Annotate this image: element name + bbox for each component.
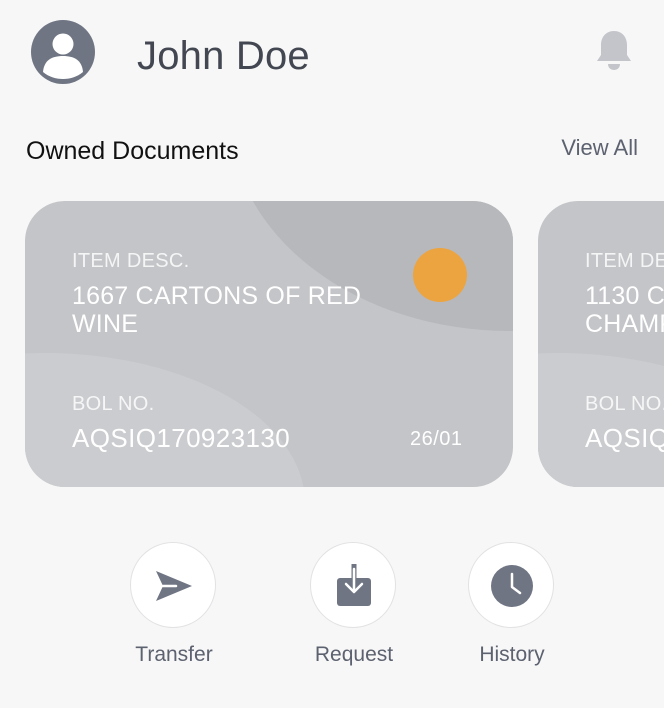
card-content: ITEM DESC. 1130 CARTONS OF CHAMPAGNE BOL…: [538, 201, 664, 487]
documents-carousel[interactable]: ITEM DESC. 1667 CARTONS OF RED WINE BOL …: [0, 201, 664, 488]
send-icon: [156, 571, 192, 601]
bol-label: BOL NO.: [72, 393, 155, 415]
history-button-circle[interactable]: [468, 542, 554, 628]
view-all-link[interactable]: View All: [561, 134, 638, 162]
item-desc-label: ITEM DESC.: [585, 250, 664, 272]
bol-number: AQSIQ170923130: [72, 423, 291, 453]
clock-icon: [491, 565, 533, 607]
transfer-button[interactable]: Transfer: [114, 540, 234, 676]
user-avatar-icon[interactable]: [31, 20, 95, 84]
request-label: Request: [314, 643, 394, 666]
item-desc-label: ITEM DESC.: [72, 250, 190, 272]
download-icon: [337, 564, 371, 606]
history-label: History: [479, 643, 545, 666]
bell-icon[interactable]: [594, 28, 634, 72]
document-date: 26/01: [410, 428, 463, 450]
request-button[interactable]: Request: [294, 540, 414, 676]
history-button[interactable]: History: [452, 540, 572, 676]
bol-label: BOL NO.: [585, 393, 664, 415]
transfer-label: Transfer: [135, 643, 213, 666]
action-bar: Transfer Request History: [0, 540, 664, 680]
request-button-circle[interactable]: [310, 542, 396, 628]
status-indicator: [413, 248, 467, 302]
item-desc: 1667 CARTONS OF RED WINE: [72, 282, 362, 338]
document-card[interactable]: ITEM DESC. 1667 CARTONS OF RED WINE BOL …: [25, 201, 513, 487]
card-content: ITEM DESC. 1667 CARTONS OF RED WINE BOL …: [25, 201, 513, 487]
section-title: Owned Documents: [26, 137, 239, 165]
document-card[interactable]: ITEM DESC. 1130 CARTONS OF CHAMPAGNE BOL…: [538, 201, 664, 487]
user-name: John Doe: [137, 34, 310, 78]
transfer-button-circle[interactable]: [130, 542, 216, 628]
item-desc: 1130 CARTONS OF CHAMPAGNE: [585, 282, 664, 338]
bol-number: AQSIQ170923131: [585, 423, 664, 453]
app-header: John Doe: [0, 0, 664, 110]
